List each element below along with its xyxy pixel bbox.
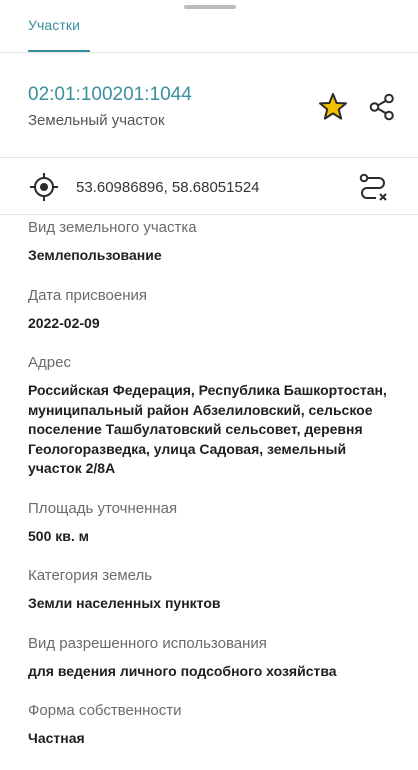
- field-label: Дата присвоения: [28, 286, 147, 304]
- star-icon: [319, 93, 347, 120]
- header-divider: [0, 157, 418, 158]
- cadastral-number[interactable]: 02:01:100201:1044: [28, 84, 192, 106]
- field-label: Площадь уточненная: [28, 499, 178, 517]
- location-divider: [0, 214, 418, 215]
- field-area: Площадь уточненная 500 кв. м: [28, 500, 398, 547]
- field-label: Форма собственности: [28, 702, 182, 719]
- field-label: Адрес: [28, 354, 71, 371]
- tab-plots[interactable]: Участки: [28, 17, 80, 33]
- share-button[interactable]: [365, 90, 399, 124]
- field-value: 2022-02-09: [28, 314, 100, 331]
- object-type: Земельный участок: [28, 112, 165, 129]
- route-icon: [359, 173, 387, 201]
- locate-button[interactable]: [28, 171, 60, 203]
- crosshair-icon: [30, 173, 58, 201]
- property-details: Вид земельного участка Землепользование …: [28, 219, 398, 770]
- field-address: Адрес Российская Федерация, Республика Б…: [28, 354, 398, 479]
- coordinates-text[interactable]: 53.60986896, 58.68051524: [76, 179, 260, 196]
- field-value: Земли населенных пунктов: [28, 595, 221, 611]
- drag-handle[interactable]: [184, 5, 236, 9]
- field-ownership-form: Форма собственности Частная: [28, 702, 398, 749]
- field-land-category: Категория земель Земли населенных пункто…: [28, 567, 398, 614]
- field-land-type: Вид земельного участка Землепользование: [28, 219, 398, 266]
- favorite-button[interactable]: [316, 90, 350, 124]
- route-button[interactable]: [355, 170, 391, 206]
- field-value: для ведения личного подсобного хозяйства: [28, 662, 337, 679]
- field-label: Вид земельного участка: [28, 219, 197, 236]
- field-value: 500 кв. м: [28, 527, 89, 544]
- field-value: Частная: [28, 730, 85, 746]
- field-assignment-date: Дата присвоения 2022-02-09: [28, 287, 398, 334]
- field-label: Вид разрешенного использования: [28, 634, 267, 652]
- field-value: Землепользование: [28, 247, 162, 263]
- field-permitted-use: Вид разрешенного использования для веден…: [28, 635, 398, 682]
- tab-divider: [0, 52, 418, 53]
- field-value: Российская Федерация, Республика Башкорт…: [28, 382, 387, 476]
- share-icon: [369, 93, 394, 121]
- field-label: Категория земель: [28, 567, 153, 584]
